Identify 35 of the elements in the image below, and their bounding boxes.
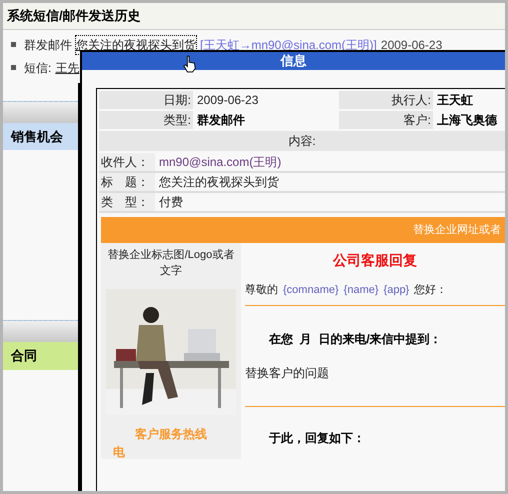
question-text: 替换客户的问题 — [245, 366, 330, 380]
content-label: 内容: — [99, 131, 505, 151]
sidebar-item[interactable]: 合同 — [3, 342, 78, 370]
hand-cursor-icon — [183, 55, 197, 73]
field-value: 上海飞奥德 — [436, 112, 498, 129]
meta-value: 您关注的夜视探头到货 — [158, 174, 279, 191]
page-title: 系统短信/邮件发送历史 — [3, 3, 505, 30]
meta-value: mn90@sina.com(王明) — [158, 154, 282, 171]
reply-intro: 于此，回复如下： — [268, 431, 366, 445]
field-label: 客户: — [339, 111, 433, 129]
hotline-number: 电 — [112, 445, 125, 459]
meta-label: 标 题： — [99, 173, 155, 191]
logo-text: 替换企业标志图/Logo或者文字 — [106, 248, 236, 279]
field-label: 类型: — [99, 111, 193, 129]
field-label: 日期: — [99, 91, 193, 109]
reply-heading: 公司客服回复 — [332, 253, 418, 267]
mention-text: 在您 月 日的来电/来信中提到： — [268, 332, 443, 346]
meta-label: 类 型： — [99, 193, 155, 211]
meta-label: 收件人： — [99, 153, 155, 171]
field-value: 2009-06-23 — [196, 92, 260, 109]
field-value: 群发邮件 — [196, 112, 246, 129]
hotline-label: 客户服务热线 — [135, 427, 207, 441]
banner: 替换企业网址或者 — [101, 217, 505, 243]
sidebar-item[interactable]: 销售机会 — [3, 122, 78, 150]
field-label: 执行人: — [339, 91, 433, 109]
sent-date: 2009-06-23 — [380, 36, 442, 54]
message-type: 群发邮件 — [24, 36, 72, 54]
field-value: 王天虹 — [436, 92, 474, 109]
dialog-title: 信息 — [82, 52, 505, 70]
message-type: 短信: — [24, 60, 52, 76]
bullet-icon — [11, 42, 16, 47]
bullet-icon — [11, 65, 16, 70]
greeting: 尊敬的 {comname} {name} {app} 您好： — [245, 283, 448, 297]
subject-link[interactable]: 王先 — [55, 58, 80, 76]
meta-value: 付费 — [158, 194, 183, 211]
